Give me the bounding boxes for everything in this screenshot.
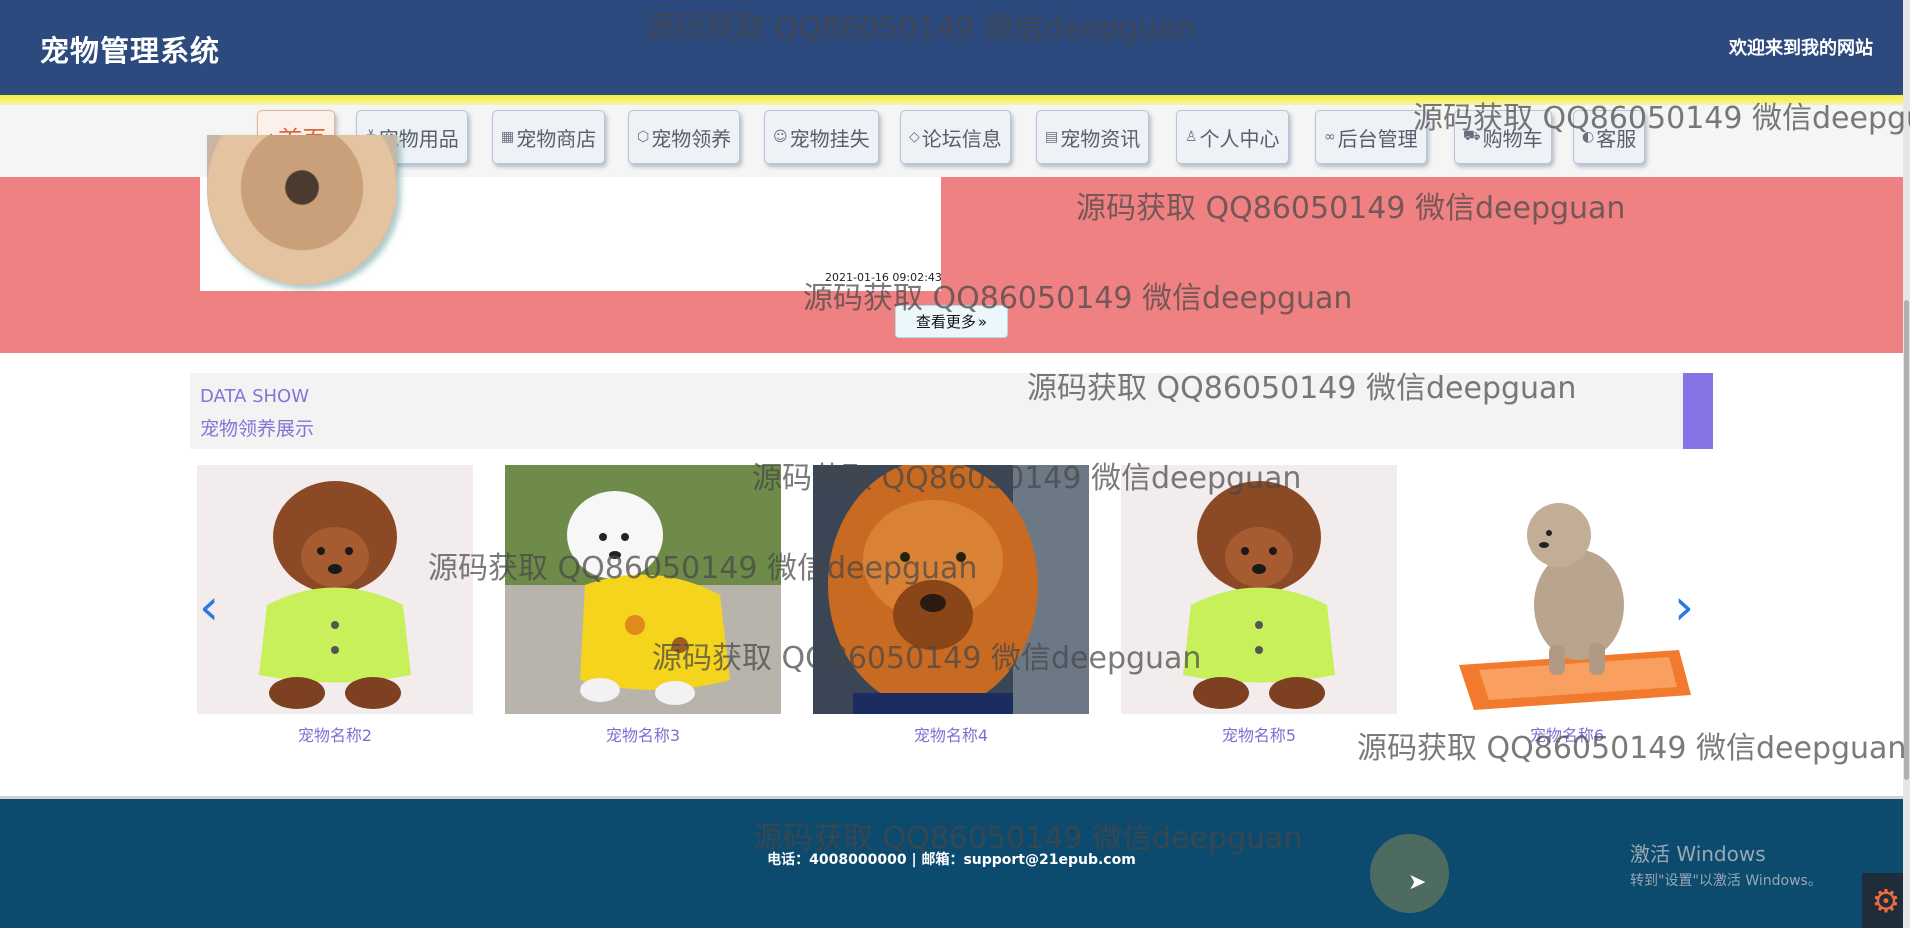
data-show-header: DATA SHOW 宠物领养展示	[190, 373, 1713, 449]
nav-item-forum[interactable]: ◇ 论坛信息	[900, 110, 1011, 164]
windows-activation-notice: 激活 Windows 转到"设置"以激活 Windows。	[1630, 838, 1822, 890]
nav-item-label: 后台管理	[1337, 126, 1418, 151]
nav-item-pet-lost[interactable]: ☺ 宠物挂失	[764, 110, 879, 164]
page-scrollbar[interactable]	[1903, 0, 1910, 928]
news-timestamp: 2021-01-16 09:02:43	[825, 271, 942, 284]
nav-item-admin[interactable]: ∞ 后台管理	[1315, 110, 1427, 164]
view-more-label: 查看更多	[915, 313, 976, 331]
pet-image	[197, 465, 473, 714]
nav-item-label: 宠物领养	[651, 126, 732, 151]
pet-name: 宠物名称3	[605, 726, 681, 745]
header-accent-strip	[0, 95, 1903, 105]
pet-card[interactable]: 宠物名称6	[1429, 465, 1705, 746]
pet-image	[813, 465, 1089, 714]
pet-image	[1429, 465, 1705, 714]
welcome-text: 欢迎来到我的网站	[1729, 38, 1873, 59]
nav-item-label: 论坛信息	[921, 126, 1002, 151]
nav-item-label: 宠物挂失	[789, 126, 870, 151]
nav-item-label: 个人中心	[1199, 126, 1280, 151]
site-footer: 电话：4008000000 | 邮箱：support@21epub.com	[0, 796, 1903, 928]
pet-card[interactable]: 宠物名称4	[813, 465, 1089, 746]
section-accent-bar	[1683, 373, 1713, 449]
nav-item-label: 客服	[1596, 126, 1637, 151]
double-chevron-right-icon: »	[977, 312, 988, 331]
scrollbar-thumb[interactable]	[1904, 300, 1909, 780]
calendar-icon: ▦	[501, 129, 515, 145]
cart-icon: ⛟	[1463, 128, 1481, 144]
news-icon: ▤	[1045, 129, 1059, 145]
pet-name: 宠物名称6	[1529, 726, 1605, 745]
nav-item-cart[interactable]: ⛟ 购物车	[1454, 110, 1552, 164]
nav-item-support[interactable]: ◐ 客服	[1573, 110, 1646, 164]
page-root: 宠物管理系统 欢迎来到我的网站 ⌂ 首页 ≚ 宠物用品 ▦ 宠物商店 ⬡ 宠物领…	[0, 0, 1910, 928]
nav-item-user-center[interactable]: ♙ 个人中心	[1176, 110, 1289, 164]
windows-activation-title: 激活 Windows	[1630, 842, 1766, 866]
section-title-en: DATA SHOW	[200, 386, 310, 407]
nav-item-label: 购物车	[1482, 126, 1543, 151]
site-title: 宠物管理系统	[40, 34, 221, 68]
pet-name: 宠物名称5	[1221, 726, 1297, 745]
face-icon: ☺	[773, 129, 788, 145]
section-title-cn: 宠物领养展示	[200, 418, 315, 440]
pet-card[interactable]: 宠物名称3	[505, 465, 781, 746]
user-icon: ♙	[1185, 129, 1198, 145]
nav-item-label: 宠物商店	[516, 126, 597, 151]
view-more-button[interactable]: 查看更多 »	[895, 305, 1008, 338]
cube-icon: ⬡	[637, 129, 650, 145]
pet-name: 宠物名称4	[913, 726, 989, 745]
mouse-cursor-icon: ➤	[1408, 870, 1427, 895]
carousel-next-button[interactable]: ›	[1674, 578, 1694, 636]
pet-card[interactable]: 宠物名称2	[197, 465, 473, 746]
carousel-prev-button[interactable]: ‹	[199, 578, 219, 636]
nav-item-pet-news[interactable]: ▤ 宠物资讯	[1036, 110, 1150, 164]
top-header: 宠物管理系统 欢迎来到我的网站	[0, 0, 1903, 95]
footer-contact: 电话：4008000000 | 邮箱：support@21epub.com	[767, 852, 1136, 868]
tag-icon: ◇	[909, 129, 920, 145]
nav-item-pet-store[interactable]: ▦ 宠物商店	[492, 110, 606, 164]
windows-activation-hint: 转到"设置"以激活 Windows。	[1630, 873, 1822, 889]
pet-name: 宠物名称2	[297, 726, 373, 745]
nav-item-pet-adoption[interactable]: ⬡ 宠物领养	[628, 110, 741, 164]
pet-card[interactable]: 宠物名称5	[1121, 465, 1397, 746]
pet-image	[1121, 465, 1397, 714]
nav-item-label: 宠物资讯	[1060, 126, 1141, 151]
link-icon: ∞	[1324, 129, 1336, 145]
headset-icon: ◐	[1582, 129, 1595, 145]
pet-image	[505, 465, 781, 714]
